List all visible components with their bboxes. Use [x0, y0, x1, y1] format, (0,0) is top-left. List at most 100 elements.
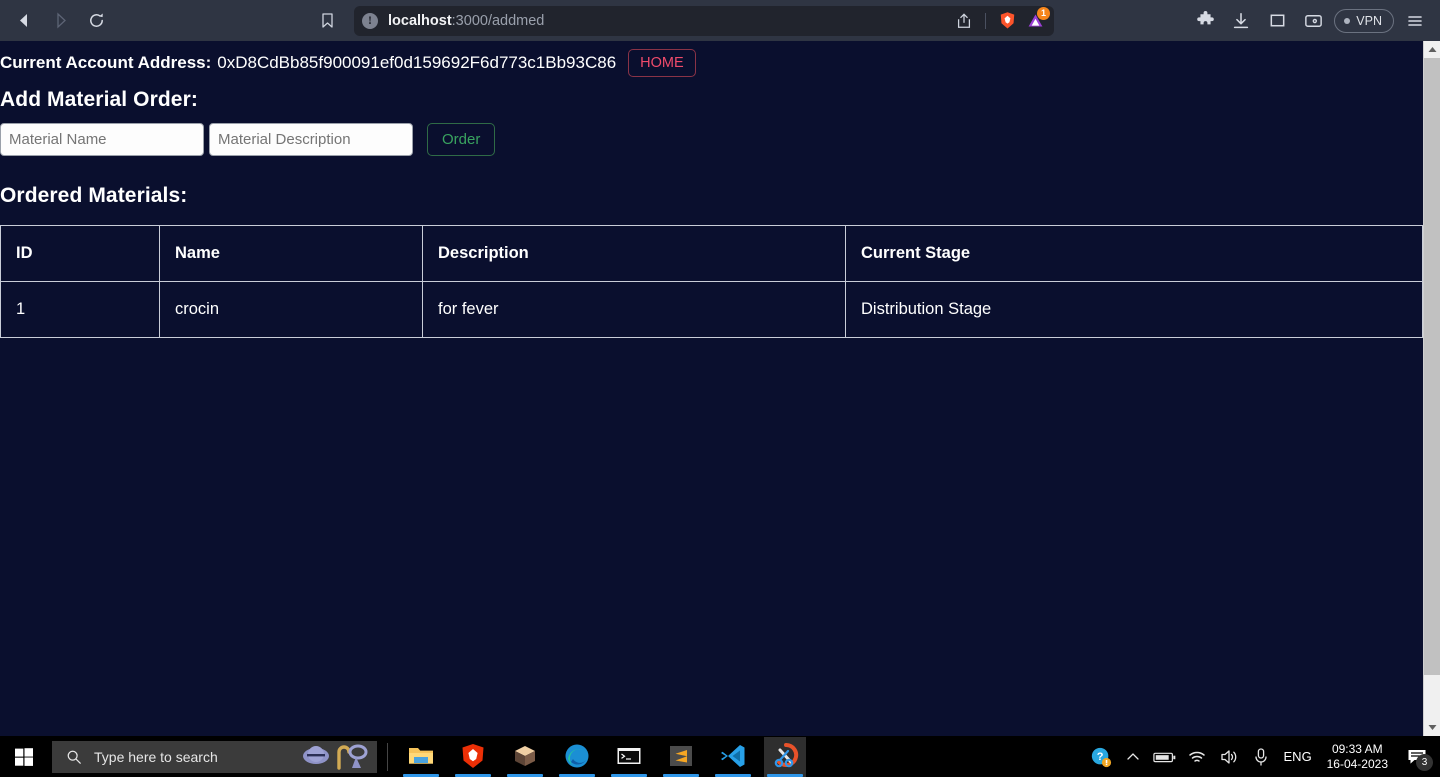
material-name-input[interactable] [0, 123, 204, 156]
search-icon [67, 750, 81, 764]
tray-microphone-button[interactable] [1245, 736, 1277, 777]
sidebar-toggle-button[interactable] [1262, 6, 1292, 36]
taskbar-running-indicator [559, 773, 595, 777]
brave-lion-icon [1000, 12, 1014, 29]
omnibox-divider [985, 12, 986, 29]
metamask-button[interactable]: 1 [1022, 6, 1050, 34]
ganache-box-icon [515, 745, 535, 766]
chevron-up-icon [1126, 752, 1139, 760]
tray-overflow-button[interactable] [1117, 736, 1149, 777]
help-circle-icon: ? [1091, 747, 1111, 767]
cell-name: crocin [159, 281, 423, 338]
scroll-up-arrow-icon [1428, 47, 1437, 52]
scrollbar-thumb[interactable] [1424, 58, 1440, 675]
tray-language-indicator[interactable]: ENG [1277, 736, 1319, 777]
windows-start-icon [15, 747, 33, 766]
system-tray: ? ENG 09:33 AM 16-04-2023 3 [1085, 736, 1440, 777]
page-viewport: Current Account Address: 0xD8CdBb85f9000… [0, 41, 1440, 736]
search-placeholder: Type here to search [94, 748, 218, 765]
bookmark-icon [321, 13, 333, 28]
share-button[interactable] [951, 8, 977, 34]
bookmark-button[interactable] [312, 6, 342, 36]
account-address-value: 0xD8CdBb85f900091ef0d159692F6d773c1Bb93C… [217, 53, 617, 72]
address-bar[interactable]: ! localhost:3000/addmed 1 [354, 5, 1054, 36]
address-bar-url: localhost:3000/addmed [388, 13, 544, 29]
forward-button[interactable] [44, 6, 76, 36]
column-header-current-stage: Current Stage [845, 225, 1423, 282]
material-description-input[interactable] [209, 123, 413, 156]
taskbar-running-indicator [403, 773, 439, 777]
ordered-materials-table: ID Name Description Current Stage 1 croc… [0, 225, 1423, 338]
extensions-button[interactable] [1190, 6, 1220, 36]
vpn-status-dot [1344, 17, 1351, 24]
tray-network-button[interactable] [1181, 736, 1213, 777]
vpn-button[interactable]: VPN [1334, 8, 1394, 33]
snipping-tool-icon [774, 742, 799, 767]
taskbar-app-snipping-tool[interactable] [764, 736, 806, 777]
column-header-name: Name [159, 225, 423, 282]
sidebar-panel-icon [1270, 14, 1285, 27]
taskbar-app-brave-browser[interactable] [452, 737, 494, 777]
taskbar-running-indicator [767, 773, 803, 777]
share-icon [957, 12, 971, 28]
downloads-button[interactable] [1226, 6, 1256, 36]
page-scrollbar[interactable] [1423, 41, 1440, 736]
browser-toolbar: ! localhost:3000/addmed 1 VPN [0, 0, 1440, 41]
back-arrow-icon [19, 14, 27, 27]
taskbar-app-list [400, 736, 806, 777]
windows-taskbar: Type here to search ? ENG 09:33 AM 16-04… [0, 736, 1440, 777]
taskbar-app-vs-code[interactable] [712, 737, 754, 777]
sublime-text-icon [670, 745, 692, 766]
wallet-icon [1304, 15, 1322, 27]
ordered-materials-title: Ordered Materials: [0, 184, 188, 207]
url-path: :3000/addmed [451, 12, 545, 29]
vs-code-icon [721, 744, 745, 767]
download-icon [1234, 12, 1249, 28]
metamask-notification-badge: 1 [1037, 6, 1050, 20]
forward-arrow-icon [56, 12, 66, 29]
taskbar-separator [387, 742, 388, 771]
brave-shields-button[interactable] [994, 8, 1020, 34]
reload-button[interactable] [80, 6, 112, 36]
omnibox-actions: 1 [951, 6, 1050, 36]
notification-count-badge: 3 [1416, 754, 1433, 771]
tray-help-button[interactable]: ? [1085, 736, 1117, 777]
add-material-order-title: Add Material Order: [0, 88, 198, 111]
home-button[interactable]: HOME [628, 49, 696, 77]
hamburger-menu-icon [1408, 15, 1422, 26]
browser-menu-button[interactable] [1400, 6, 1430, 36]
url-host: localhost [388, 12, 452, 29]
taskbar-clock[interactable]: 09:33 AM 16-04-2023 [1319, 742, 1398, 772]
wallet-button[interactable] [1298, 6, 1328, 36]
column-header-id: ID [0, 225, 160, 282]
puzzle-piece-icon [1196, 10, 1214, 25]
back-button[interactable] [8, 6, 40, 36]
cortana-decoration-icon [295, 741, 373, 773]
table-row[interactable]: 1 crocin for fever Distribution Stage [0, 281, 1423, 338]
browser-toolbar-right: VPN [1190, 6, 1440, 36]
notification-center-button[interactable]: 3 [1398, 736, 1436, 777]
account-address-label: Current Account Address: [0, 53, 212, 72]
current-account-address-line: Current Account Address: 0xD8CdBb85f9000… [0, 41, 1423, 77]
add-material-order-form: Order [0, 123, 1423, 156]
microsoft-edge-icon [565, 744, 589, 767]
tray-battery-button[interactable] [1149, 736, 1181, 777]
start-button[interactable] [0, 736, 48, 777]
order-button[interactable]: Order [427, 123, 496, 156]
taskbar-search-box[interactable]: Type here to search [52, 740, 377, 773]
scrollbar-up-button[interactable] [1424, 41, 1440, 58]
taskbar-app-microsoft-edge[interactable] [556, 737, 598, 777]
table-body: 1 crocin for fever Distribution Stage [0, 281, 1423, 338]
column-header-description: Description [422, 225, 846, 282]
taskbar-app-ganache[interactable] [504, 737, 546, 777]
navigation-buttons [0, 6, 112, 36]
scrollbar-down-button[interactable] [1424, 719, 1440, 736]
cell-description: for fever [422, 281, 846, 338]
taskbar-app-file-explorer[interactable] [400, 737, 442, 777]
command-prompt-icon [617, 747, 641, 764]
tray-volume-button[interactable] [1213, 736, 1245, 777]
reload-icon [89, 13, 103, 27]
taskbar-app-sublime-text[interactable] [660, 737, 702, 777]
taskbar-app-command-prompt[interactable] [608, 737, 650, 777]
microphone-icon [1254, 747, 1267, 766]
